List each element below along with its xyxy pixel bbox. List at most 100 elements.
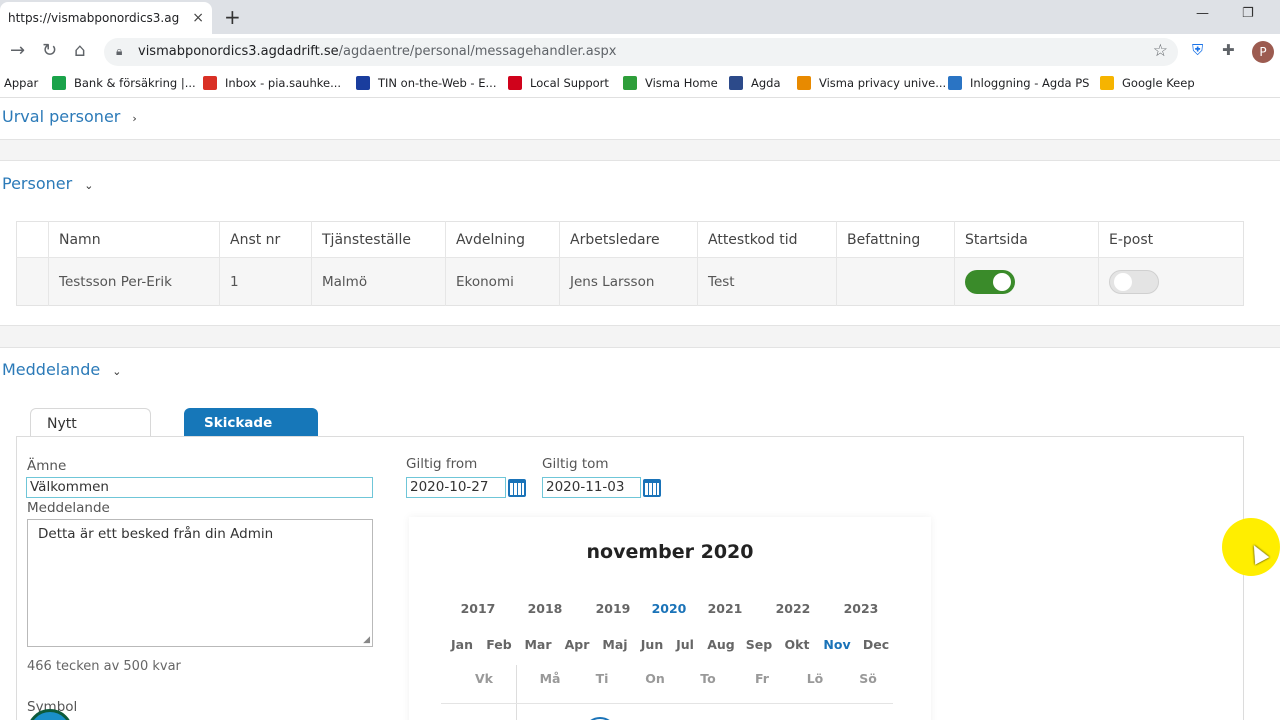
calendar-year[interactable]: 2022	[773, 601, 813, 616]
resize-grip-icon[interactable]: ◢	[363, 635, 370, 645]
browser-tab[interactable]: https://vismabponordics3.agdad ×	[0, 2, 212, 34]
minimize-icon[interactable]: —	[1196, 6, 1209, 21]
shield-extension-icon[interactable]: ⛨	[1192, 41, 1203, 59]
weekday-divider	[441, 703, 893, 704]
calendar-year[interactable]: 2020	[649, 601, 689, 616]
reload-icon[interactable]: ↻	[42, 40, 57, 61]
character-counter: 466 tecken av 500 kvar	[27, 659, 181, 674]
giltig-tom-input[interactable]: 2020-11-03	[542, 477, 641, 498]
calendar-month[interactable]: Sep	[739, 637, 779, 652]
table-header-row: Namn Anst nr Tjänsteställe Avdelning Arb…	[16, 221, 1244, 258]
meddelande-textarea[interactable]: Detta är ett besked från din Admin ◢	[27, 519, 373, 647]
calendar-month[interactable]: Jan	[442, 637, 482, 652]
gmail-icon	[203, 76, 217, 90]
bookmark-item[interactable]: Google Keep	[1100, 76, 1195, 90]
calendar-weekday: Ti	[595, 671, 609, 686]
giltig-tom-label: Giltig tom	[542, 456, 609, 472]
cell-attestkod: Test	[697, 257, 837, 306]
meddelande-header[interactable]: Meddelande ⌄	[2, 360, 121, 379]
bookmark-item[interactable]: Agda	[729, 76, 781, 90]
profile-avatar[interactable]: P	[1252, 41, 1274, 63]
giltig-from-input[interactable]: 2020-10-27	[406, 477, 506, 498]
new-tab-icon[interactable]: +	[224, 5, 241, 29]
cell-epost	[1098, 257, 1244, 306]
bookmark-item[interactable]: Visma privacy unive...	[797, 76, 946, 90]
calendar-month[interactable]: Aug	[701, 637, 741, 652]
bookmarks-bar: Appar Bank & försäkring |... Inbox - pia.s…	[0, 70, 1280, 98]
table-row[interactable]: Testsson Per-Erik 1 Malmö Ekonomi Jens L…	[16, 257, 1244, 306]
agda-icon	[729, 76, 743, 90]
restore-icon[interactable]: ❐	[1242, 6, 1254, 21]
bookmark-item[interactable]: Appar	[4, 76, 38, 90]
bookmark-item[interactable]: Visma Home	[623, 76, 718, 90]
row-select-cell[interactable]	[16, 257, 49, 306]
calendar-month[interactable]: Okt	[777, 637, 817, 652]
urval-personer-header[interactable]: Urval personer ›	[2, 107, 137, 126]
column-header[interactable]: Namn	[48, 221, 220, 258]
tab-skickade-meddelande[interactable]: Skickade meddelande	[184, 408, 318, 461]
calendar-weekday: Fr	[755, 671, 769, 686]
bookmark-label: Appar	[4, 76, 39, 90]
calendar-weekday: On	[645, 671, 665, 686]
bookmark-label: Bank & försäkring |...	[74, 76, 196, 90]
epost-toggle[interactable]	[1109, 269, 1159, 294]
calendar-month[interactable]: Dec	[856, 637, 896, 652]
cell-avdelning: Ekonomi	[445, 257, 560, 306]
persons-table: Namn Anst nr Tjänsteställe Avdelning Arb…	[16, 221, 1244, 306]
column-header[interactable]: E-post	[1098, 221, 1244, 258]
calendar-month[interactable]: Nov	[817, 637, 857, 652]
column-header[interactable]: Attestkod tid	[697, 221, 837, 258]
forward-icon[interactable]: →	[10, 40, 25, 61]
chevron-right-icon: ›	[132, 112, 137, 125]
bookmark-item[interactable]: Inloggning - Agda PS	[948, 76, 1089, 90]
urval-panel: Urval personer ›	[0, 98, 1280, 140]
calendar-year[interactable]: 2023	[841, 601, 881, 616]
select-column-header	[16, 221, 49, 258]
calendar-month[interactable]: Feb	[479, 637, 519, 652]
column-header[interactable]: Anst nr	[219, 221, 312, 258]
extensions-puzzle-icon[interactable]: ✚	[1222, 41, 1235, 59]
startsida-toggle[interactable]	[965, 269, 1015, 294]
tab-nytt-meddelande[interactable]: Nytt meddelande	[30, 408, 152, 462]
home-icon[interactable]: ⌂	[74, 40, 85, 61]
column-header[interactable]: Arbetsledare	[559, 221, 698, 258]
column-header[interactable]: Avdelning	[445, 221, 560, 258]
column-header[interactable]: Startsida	[954, 221, 1099, 258]
support-icon	[508, 76, 522, 90]
address-bar[interactable]: 🔒︎ vismabponordics3.agdadrift.se/agdaent…	[104, 38, 1178, 66]
eu-flag-icon	[356, 76, 370, 90]
calendar-weekday: Vk	[475, 671, 493, 686]
calendar-month[interactable]: Mar	[518, 637, 558, 652]
cell-tjanstestalle: Malmö	[311, 257, 446, 306]
bookmark-star-icon[interactable]: ☆	[1153, 41, 1168, 61]
tab-title: https://vismabponordics3.agdad	[8, 11, 180, 25]
browser-toolbar: → ↻ ⌂ 🔒︎ vismabponordics3.agdadrift.se/a…	[0, 34, 1280, 70]
personer-header[interactable]: Personer ⌄	[2, 174, 93, 193]
calendar-from-icon[interactable]	[508, 479, 526, 497]
bookmark-item[interactable]: TIN on-the-Web - E...	[356, 76, 496, 90]
calendar-weekday: Må	[539, 671, 561, 686]
column-header[interactable]: Tjänsteställe	[311, 221, 446, 258]
calendar-month[interactable]: Jul	[665, 637, 705, 652]
calendar-year[interactable]: 2018	[525, 601, 565, 616]
giltig-from-label: Giltig from	[406, 456, 478, 472]
bookmark-item[interactable]: Inbox - pia.sauhke...	[203, 76, 341, 90]
calendar-month[interactable]: Maj	[595, 637, 635, 652]
bookmark-item[interactable]: Bank & försäkring |...	[52, 76, 196, 90]
meddelande-label: Meddelande	[27, 500, 110, 516]
browser-tabstrip: https://vismabponordics3.agdad × + — ❐	[0, 0, 1280, 34]
cell-anst-nr: 1	[219, 257, 312, 306]
calendar-tom-icon[interactable]	[643, 479, 661, 497]
keep-icon	[1100, 76, 1114, 90]
close-tab-icon[interactable]: ×	[192, 10, 204, 26]
calendar-year[interactable]: 2019	[593, 601, 633, 616]
bookmark-label: Visma privacy unive...	[819, 76, 947, 90]
bookmark-item[interactable]: Local Support	[508, 76, 609, 90]
calendar-month[interactable]: Apr	[557, 637, 597, 652]
column-header[interactable]: Befattning	[836, 221, 955, 258]
amne-input[interactable]: Välkommen	[26, 477, 373, 498]
bookmark-label: TIN on-the-Web - E...	[378, 76, 497, 90]
calendar-year[interactable]: 2021	[705, 601, 745, 616]
calendar-year[interactable]: 2017	[458, 601, 498, 616]
bookmark-label: Local Support	[530, 76, 609, 90]
